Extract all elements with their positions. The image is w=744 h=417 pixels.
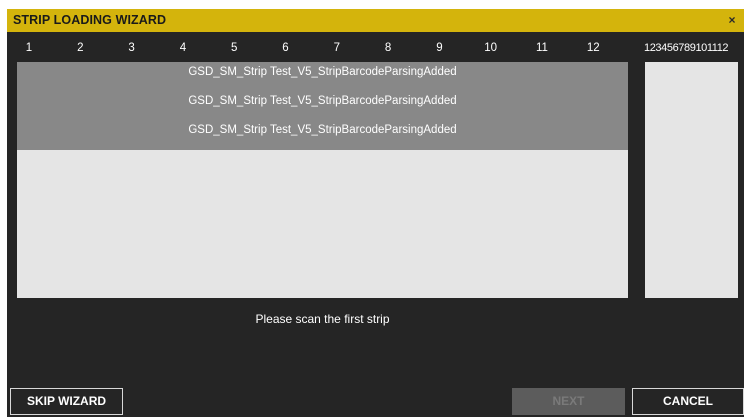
column-headers: 123456789101112 1 2 3 4 5 6 7 8 9 10 11 12 xyxy=(7,42,744,58)
column-header-7: 7 xyxy=(333,42,340,54)
column-header-1: 1 xyxy=(25,42,33,54)
cancel-button[interactable]: CANCEL xyxy=(632,388,744,415)
strip-loading-wizard-window: STRIP LOADING WIZARD × 123456789101112 1… xyxy=(7,9,744,417)
column-header-2: 2 xyxy=(77,42,84,54)
column-header-4: 4 xyxy=(179,42,187,54)
status-message: Please scan the first strip xyxy=(255,312,390,326)
title-bar: STRIP LOADING WIZARD × xyxy=(7,9,744,32)
strip-row[interactable]: GSD_SM_Strip Test_V5_StripBarcodeParsing… xyxy=(17,91,628,111)
close-icon[interactable]: × xyxy=(724,11,740,29)
side-column-header: 123456789101112 xyxy=(644,42,729,54)
column-header-9: 9 xyxy=(436,42,443,54)
column-header-6: 6 xyxy=(282,42,289,54)
column-header-5: 5 xyxy=(230,42,238,54)
skip-wizard-button[interactable]: SKIP WIZARD xyxy=(10,388,123,415)
strip-grid-panel: GSD_SM_Strip Test_V5_StripBarcodeParsing… xyxy=(17,62,628,298)
loaded-strips: GSD_SM_Strip Test_V5_StripBarcodeParsing… xyxy=(17,62,628,150)
window-title: STRIP LOADING WIZARD xyxy=(13,13,167,27)
side-strip-panel xyxy=(645,62,738,298)
next-button[interactable]: NEXT xyxy=(512,388,625,415)
strip-row[interactable]: GSD_SM_Strip Test_V5_StripBarcodeParsing… xyxy=(17,120,628,140)
column-header-10: 10 xyxy=(484,42,498,54)
column-header-11: 11 xyxy=(536,42,548,54)
column-header-12: 12 xyxy=(586,42,600,54)
column-header-8: 8 xyxy=(384,42,392,54)
column-header-3: 3 xyxy=(128,42,135,54)
strip-row[interactable]: GSD_SM_Strip Test_V5_StripBarcodeParsing… xyxy=(17,62,628,82)
